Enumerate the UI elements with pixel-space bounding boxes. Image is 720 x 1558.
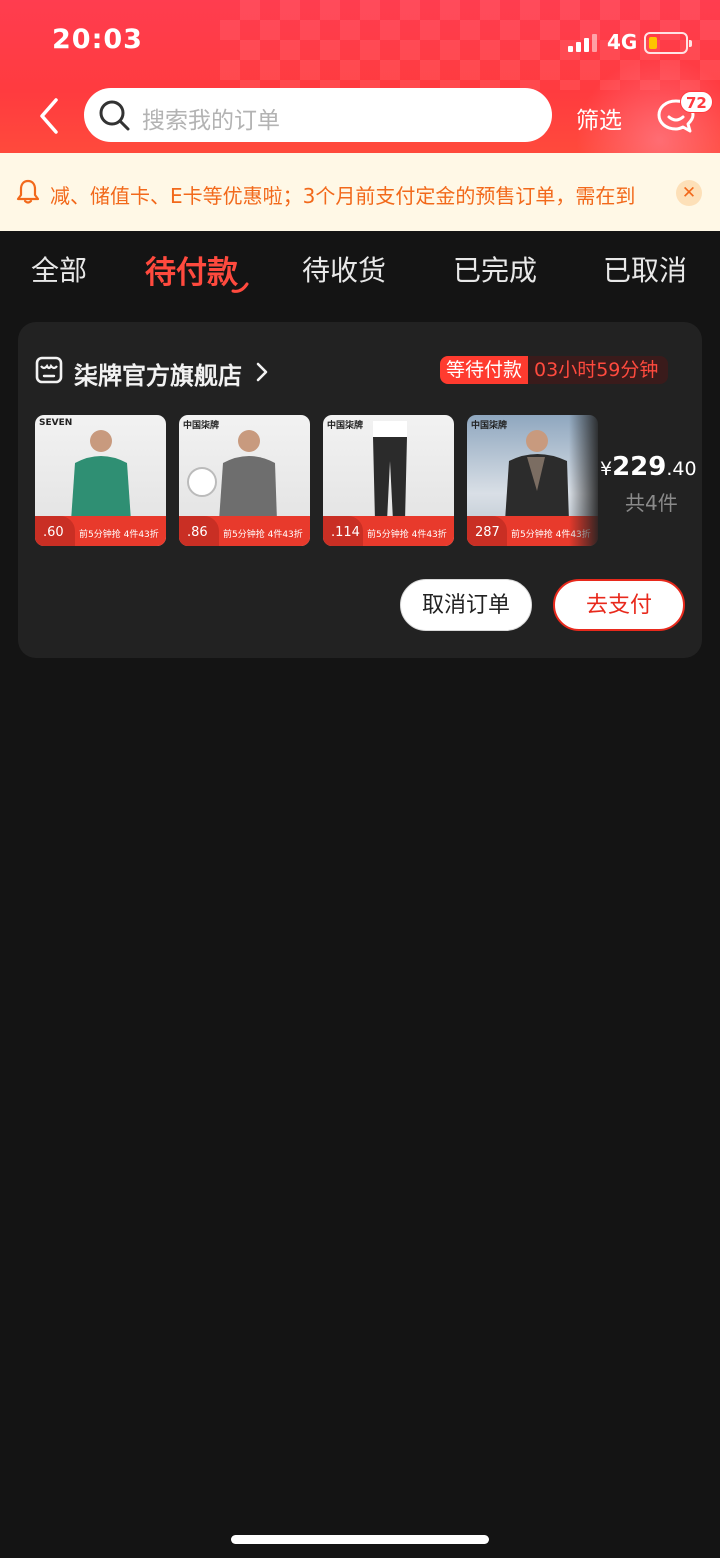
pay-button[interactable]: 去支付 [553, 579, 685, 631]
payment-status-label: 等待付款 [440, 356, 529, 384]
model-image [71, 430, 131, 521]
payment-status-tag: 等待付款 03小时59分钟 [440, 356, 669, 384]
tab-completed[interactable]: 已完成 [453, 249, 537, 289]
close-icon[interactable]: ✕ [676, 180, 702, 206]
tab-pending-payment[interactable]: 待付款 [145, 247, 238, 292]
back-button[interactable] [36, 96, 66, 136]
model-image [373, 421, 407, 521]
promo-text: 前5分钟抢 4件43折 [79, 530, 159, 540]
chevron-right-icon[interactable] [256, 362, 268, 382]
currency-symbol: ¥ [600, 458, 613, 480]
status-time: 20:03 [52, 24, 143, 55]
network-label: 4G [607, 30, 638, 54]
home-indicator[interactable] [231, 1535, 489, 1544]
thumbnail-fade [569, 415, 601, 546]
price-decimal: .40 [666, 458, 697, 480]
product-price-fragment: .60 [35, 516, 75, 546]
tab-all[interactable]: 全部 [31, 249, 87, 289]
header-bar: 20:03 4G 搜索我的订单 筛选 [0, 0, 720, 153]
quality-badge-icon [187, 467, 217, 497]
item-count: 共4件 [625, 491, 678, 515]
order-tabs: 全部 待付款 待收货 已完成 已取消 [0, 231, 720, 303]
filter-button[interactable]: 筛选 [576, 101, 622, 135]
promo-band: .114 前5分钟抢 4件43折 [323, 516, 454, 546]
product-thumbnail-2[interactable]: 中国柒牌 .86 前5分钟抢 4件43折 [179, 415, 310, 546]
search-icon [99, 100, 130, 131]
order-card[interactable]: 柒牌官方旗舰店 等待付款 03小时59分钟 SEVEN .60 前5分钟抢 4件… [18, 322, 702, 658]
price-integer: 229 [612, 452, 667, 482]
promo-text: 前5分钟抢 4件43折 [223, 530, 303, 540]
search-placeholder: 搜索我的订单 [142, 108, 280, 134]
bell-icon [16, 179, 40, 204]
chevron-left-icon [40, 98, 58, 134]
product-price-fragment: .86 [179, 516, 219, 546]
tab-cancelled[interactable]: 已取消 [603, 249, 687, 289]
product-price-fragment: 287 [467, 516, 507, 546]
payment-countdown: 03小时59分钟 [528, 356, 669, 384]
product-thumbnail-1[interactable]: SEVEN .60 前5分钟抢 4件43折 [35, 415, 166, 546]
promo-text: 前5分钟抢 4件43折 [367, 530, 447, 540]
cancel-order-button[interactable]: 取消订单 [400, 579, 532, 631]
model-image [219, 430, 277, 521]
product-price-fragment: .114 [323, 516, 363, 546]
battery-icon [644, 32, 692, 54]
notice-banner: 减、储值卡、E卡等优惠啦；3个月前支付定金的预售订单，需在到 ✕ [0, 153, 720, 231]
promo-band: .86 前5分钟抢 4件43折 [179, 516, 310, 546]
tab-to-receive[interactable]: 待收货 [302, 249, 386, 289]
shop-name[interactable]: 柒牌官方旗舰店 [74, 356, 242, 391]
store-icon [35, 356, 63, 384]
order-total-price: ¥229.40 [600, 452, 697, 482]
model-image [505, 430, 569, 521]
active-tab-indicator [231, 282, 249, 293]
message-count-badge: 72 [680, 91, 713, 113]
notice-text: 减、储值卡、E卡等优惠啦；3个月前支付定金的预售订单，需在到 [50, 184, 636, 208]
product-thumbnail-3[interactable]: 中国柒牌 .114 前5分钟抢 4件43折 [323, 415, 454, 546]
search-input[interactable]: 搜索我的订单 [84, 88, 552, 142]
signal-icon [568, 34, 600, 52]
promo-band: .60 前5分钟抢 4件43折 [35, 516, 166, 546]
